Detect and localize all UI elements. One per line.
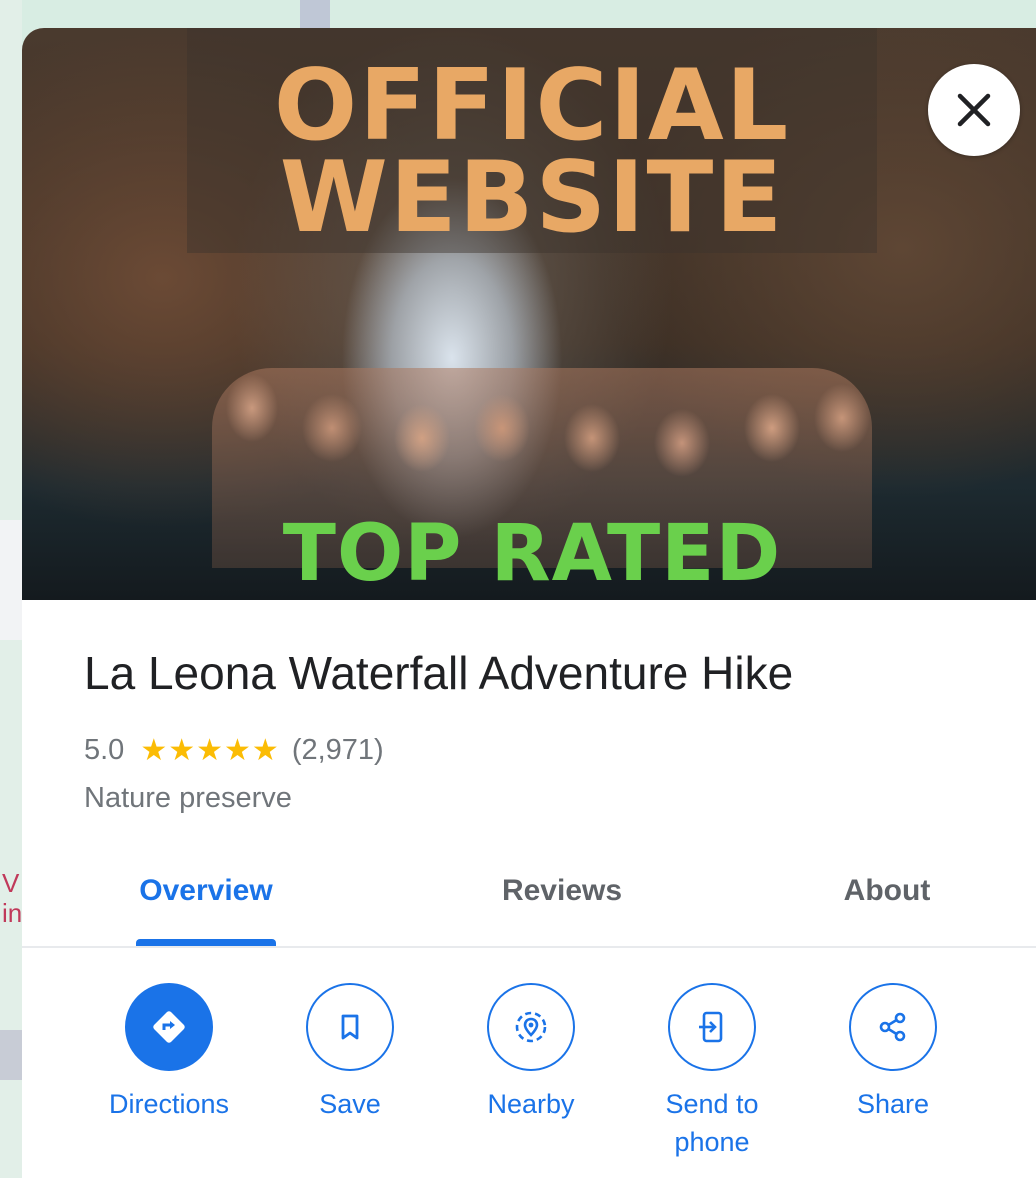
review-count[interactable]: (2,971) — [292, 734, 384, 767]
map-road — [300, 0, 330, 28]
nearby-icon — [515, 1011, 547, 1043]
nearby-button[interactable]: Nearby — [446, 983, 616, 1123]
hero-top-rated-badge: TOP RATED — [282, 509, 782, 599]
tab-bar: Overview Reviews About — [22, 860, 1036, 948]
star-rating: ★★★★★ — [140, 733, 280, 767]
tab-divider — [22, 946, 1036, 948]
send-to-phone-label: Send to phone — [665, 1089, 759, 1157]
rating-row[interactable]: 5.0 ★★★★★ (2,971) — [84, 732, 384, 768]
hero-headline-line2: WEBSITE — [279, 141, 785, 255]
share-icon — [879, 1012, 906, 1042]
close-icon — [957, 93, 991, 127]
share-button[interactable]: Share — [808, 983, 978, 1123]
directions-label: Directions — [108, 1089, 230, 1119]
map-road — [0, 520, 22, 640]
directions-icon — [153, 1011, 185, 1043]
tab-overview[interactable]: Overview — [104, 860, 308, 948]
map-edge-label: V in — [2, 868, 23, 928]
share-button-circle — [849, 983, 937, 1071]
save-label: Save — [319, 1089, 381, 1119]
nearby-button-circle — [487, 983, 575, 1071]
place-card: OFFICIAL WEBSITE TOP RATED La Leona Wate… — [22, 28, 1036, 1178]
send-to-phone-button[interactable]: Send to phone — [627, 983, 797, 1161]
save-button[interactable]: Save — [265, 983, 435, 1123]
place-title: La Leona Waterfall Adventure Hike — [84, 647, 794, 699]
nearby-label: Nearby — [487, 1089, 575, 1119]
close-button[interactable] — [928, 64, 1020, 156]
save-button-circle — [306, 983, 394, 1071]
place-category[interactable]: Nature preserve — [84, 780, 292, 816]
send-to-phone-button-circle — [668, 983, 756, 1071]
place-hero-photo[interactable]: OFFICIAL WEBSITE TOP RATED — [22, 28, 1036, 600]
directions-button[interactable]: Directions — [84, 983, 254, 1123]
bookmark-icon — [341, 1014, 359, 1040]
directions-button-circle — [125, 983, 213, 1071]
send-to-phone-icon — [699, 1011, 723, 1043]
share-label: Share — [856, 1089, 930, 1119]
tab-reviews[interactable]: Reviews — [462, 860, 662, 948]
map-road — [0, 1030, 22, 1080]
rating-value: 5.0 — [84, 733, 125, 766]
tab-about[interactable]: About — [812, 860, 962, 948]
action-bar: Directions Save Nearby Send to phone Sha… — [22, 983, 1036, 1173]
